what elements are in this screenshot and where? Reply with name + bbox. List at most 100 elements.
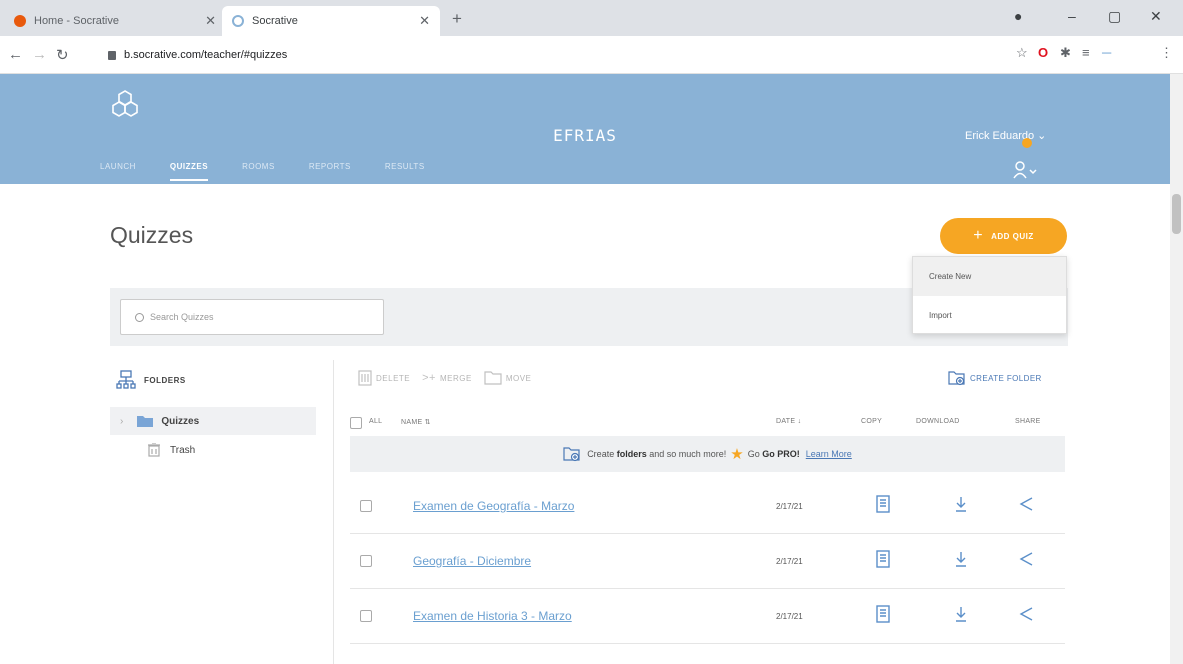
- row-checkbox[interactable]: [360, 610, 372, 622]
- window-close-icon[interactable]: ✕: [1150, 8, 1162, 25]
- socrative-logo-icon[interactable]: [110, 89, 140, 119]
- share-icon[interactable]: [1018, 550, 1034, 568]
- quiz-name-link[interactable]: Geografía - Diciembre: [413, 554, 531, 568]
- browser-tab-socrative[interactable]: Socrative ✕: [222, 6, 440, 36]
- quiz-date: 2/17/21: [776, 502, 803, 511]
- sidebar-item-trash[interactable]: Trash: [110, 436, 316, 464]
- lock-icon: [108, 50, 116, 60]
- new-tab-icon[interactable]: +: [452, 9, 462, 29]
- tab-rooms[interactable]: Rooms: [242, 162, 275, 181]
- search-placeholder: Search Quizzes: [150, 312, 214, 322]
- delete-label: DELETE: [376, 373, 411, 383]
- move-folder-icon: [484, 371, 502, 385]
- star-icon: ★: [730, 446, 744, 463]
- create-folder-label: CREATE FOLDER: [970, 373, 1042, 383]
- user-menu[interactable]: Erick Eduardo ⌄: [965, 129, 1046, 142]
- add-quiz-menu: Create New Import: [912, 256, 1067, 334]
- create-folder-button[interactable]: CREATE FOLDER: [948, 370, 1042, 386]
- tab-title: Home - Socrative: [34, 15, 119, 27]
- app-header: EFRIAS Erick Eduardo ⌄ Launch Quizzes Ro…: [0, 74, 1170, 184]
- promo-bold: folders: [616, 449, 647, 459]
- share-icon[interactable]: [1018, 495, 1034, 513]
- download-icon[interactable]: [955, 495, 967, 513]
- reload-icon[interactable]: ↻: [56, 46, 69, 64]
- browser-tab-home[interactable]: Home - Socrative ✕: [4, 6, 226, 36]
- row-checkbox[interactable]: [360, 555, 372, 567]
- add-folder-icon: [948, 371, 965, 386]
- table-row: Geografía - Diciembre 2/17/21: [350, 534, 1065, 589]
- move-label: MOVE: [505, 373, 532, 383]
- menu-item-create-new[interactable]: Create New: [913, 257, 1066, 296]
- sidebar-divider: [333, 360, 334, 664]
- search-input[interactable]: Search Quizzes: [120, 299, 384, 335]
- quiz-date: 2/17/21: [776, 612, 803, 621]
- menu-item-import[interactable]: Import: [913, 296, 1066, 335]
- main-nav: Launch Quizzes Rooms Reports Results: [100, 162, 459, 181]
- maximize-icon[interactable]: ▢: [1108, 8, 1121, 25]
- close-icon[interactable]: ✕: [205, 13, 216, 29]
- scrollbar-thumb[interactable]: [1172, 194, 1181, 234]
- extension-icon[interactable]: ─: [1102, 45, 1111, 60]
- go-pro-label: Go Go PRO!: [747, 449, 800, 459]
- tab-quizzes[interactable]: Quizzes: [169, 162, 209, 181]
- trash-icon: [148, 443, 160, 457]
- delete-button[interactable]: DELETE: [358, 370, 410, 386]
- copy-icon[interactable]: [876, 550, 890, 568]
- star-icon[interactable]: ☆: [1016, 45, 1028, 61]
- go-pro-bold: Go PRO!: [762, 449, 800, 459]
- search-icon: [135, 312, 144, 322]
- scrollbar[interactable]: [1170, 74, 1183, 664]
- promo-prefix: Create: [587, 449, 615, 459]
- reading-list-icon[interactable]: ≡: [1082, 45, 1090, 60]
- back-icon[interactable]: ←: [8, 46, 23, 63]
- folders-tree-icon: [116, 370, 136, 389]
- url-field[interactable]: b.socrative.com/teacher/#quizzes: [98, 42, 988, 68]
- download-icon[interactable]: [955, 550, 967, 568]
- close-icon[interactable]: ✕: [419, 13, 430, 29]
- add-quiz-label: ADD QUIZ: [991, 231, 1034, 241]
- row-checkbox[interactable]: [360, 500, 372, 512]
- table-row: Examen de Geografía - Marzo 2/17/21: [350, 479, 1065, 534]
- move-button[interactable]: MOVE: [484, 371, 532, 385]
- tab-title: Socrative: [252, 15, 298, 27]
- avatar-menu-icon[interactable]: [1012, 158, 1038, 180]
- tab-launch[interactable]: Launch: [100, 162, 136, 181]
- tab-reports[interactable]: Reports: [309, 162, 351, 181]
- menu-icon[interactable]: ⋮: [1160, 45, 1173, 61]
- copy-icon[interactable]: [876, 605, 890, 623]
- quiz-name-link[interactable]: Examen de Historia 3 - Marzo: [413, 609, 572, 623]
- url-text: b.socrative.com/teacher/#quizzes: [124, 49, 288, 61]
- header-name[interactable]: NAME ⇅: [401, 418, 431, 426]
- select-all-checkbox[interactable]: [350, 417, 362, 429]
- forward-icon[interactable]: →: [32, 46, 47, 63]
- header-date[interactable]: DATE ↓: [776, 418, 801, 425]
- learn-more-link[interactable]: Learn More: [806, 449, 852, 459]
- download-icon[interactable]: [955, 605, 967, 623]
- notification-badge: [1022, 138, 1032, 148]
- opera-icon[interactable]: O: [1038, 45, 1048, 60]
- extensions-icon[interactable]: ✱: [1060, 45, 1071, 61]
- quiz-name-link[interactable]: Examen de Geografía - Marzo: [413, 499, 574, 513]
- quiz-date: 2/17/21: [776, 557, 803, 566]
- header-share: SHARE: [1015, 418, 1041, 425]
- add-quiz-button[interactable]: + ADD QUIZ: [940, 218, 1067, 254]
- copy-icon[interactable]: [876, 495, 890, 513]
- tab-results[interactable]: Results: [385, 162, 425, 181]
- profile-icon[interactable]: ●: [1014, 8, 1022, 24]
- socrative-logo-icon: [232, 15, 244, 27]
- header-copy: COPY: [861, 418, 883, 425]
- go-pro-banner: Create folders and so much more! ★ Go Go…: [350, 436, 1065, 472]
- quiz-toolbar: DELETE >+ MERGE MOVE: [358, 370, 543, 386]
- socrative-favicon-icon: [14, 15, 26, 27]
- add-folder-icon: [563, 447, 580, 462]
- merge-icon: >+: [422, 372, 436, 384]
- sidebar-item-quizzes[interactable]: › Quizzes: [110, 407, 316, 435]
- trash-icon: [358, 370, 372, 386]
- chevron-right-icon[interactable]: ›: [120, 416, 123, 427]
- minimize-icon[interactable]: –: [1068, 8, 1076, 24]
- folders-heading-label: FOLDERS: [144, 375, 186, 385]
- merge-button[interactable]: >+ MERGE: [422, 372, 472, 384]
- share-icon[interactable]: [1018, 605, 1034, 623]
- header-download: DOWNLOAD: [916, 418, 960, 425]
- table-header: ALL NAME ⇅ DATE ↓ COPY DOWNLOAD SHARE: [350, 412, 1065, 434]
